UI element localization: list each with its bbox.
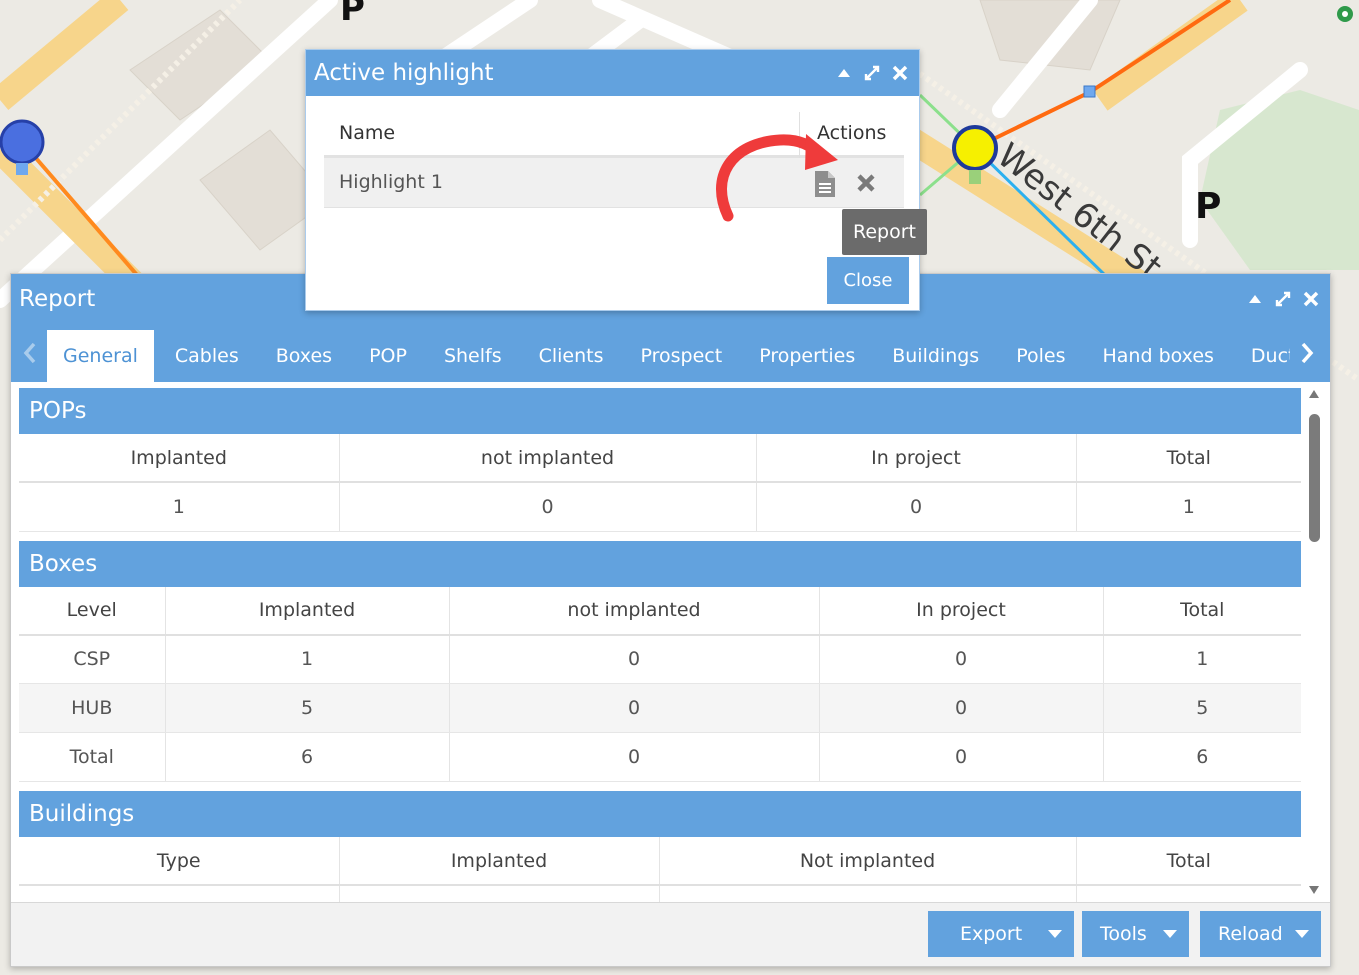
export-button[interactable]: Export	[928, 911, 1074, 957]
column-header: Implanted	[164, 586, 449, 636]
column-header: In project	[818, 586, 1103, 636]
close-button[interactable]: Close	[827, 257, 909, 304]
highlight-name: Highlight 1	[339, 171, 443, 193]
table-cell: 0	[338, 482, 756, 532]
table-cell: Total	[19, 732, 165, 782]
caret-down-icon	[1163, 930, 1177, 938]
table-cell: 0	[448, 634, 819, 684]
tab-strip: General Cables Boxes POP Shelfs Clients Prospe…	[47, 330, 1290, 382]
table-row: CSP 1 0 0 1	[19, 634, 1301, 684]
name-column-header: Name	[339, 122, 396, 144]
table-cell: 1	[19, 482, 339, 532]
boxes-table: Level Implanted not implanted In project…	[19, 586, 1301, 782]
collapse-icon[interactable]	[835, 64, 853, 82]
tools-button-label: Tools	[1100, 923, 1147, 945]
caret-down-icon	[1295, 930, 1309, 938]
table-cell: 0	[755, 482, 1076, 532]
tab-shelfs[interactable]: Shelfs	[428, 330, 518, 382]
report-tooltip: Report	[842, 209, 927, 255]
tab-prospect[interactable]: Prospect	[625, 330, 739, 382]
boxes-section-title: Boxes	[19, 540, 1301, 587]
delete-x-icon[interactable]	[856, 173, 876, 193]
active-highlight-window-controls	[835, 64, 909, 82]
table-cell: 1	[1075, 482, 1301, 532]
report-window: Report General Cables Boxes POP Shelfs Client…	[10, 273, 1331, 967]
table-cell: HUB	[19, 683, 165, 733]
column-header: Total	[1075, 434, 1301, 483]
vertical-scrollbar[interactable]	[1306, 386, 1322, 898]
scroll-down-icon[interactable]	[1308, 884, 1320, 896]
tab-cables[interactable]: Cables	[159, 330, 255, 382]
table-cell: 0	[448, 683, 819, 733]
tab-buildings[interactable]: Buildings	[876, 330, 995, 382]
maximize-icon[interactable]	[863, 64, 881, 82]
tools-button[interactable]: Tools	[1082, 911, 1189, 957]
scrollbar-thumb[interactable]	[1309, 414, 1320, 542]
maximize-icon[interactable]	[1274, 290, 1292, 308]
tab-poles[interactable]: Poles	[1000, 330, 1081, 382]
pops-section-title: POPs	[19, 388, 1301, 434]
column-header: Implanted	[338, 837, 659, 886]
table-cell: CSP	[19, 634, 165, 684]
tab-boxes[interactable]: Boxes	[260, 330, 348, 382]
table-row: Total 6 0 0 6	[19, 732, 1301, 782]
column-header: Type	[19, 837, 339, 886]
svg-text:P: P	[1195, 186, 1221, 227]
export-button-label: Export	[960, 923, 1023, 945]
buildings-section-title: Buildings	[19, 791, 1301, 837]
collapse-icon[interactable]	[1246, 290, 1264, 308]
table-row: HUB 5 0 0 5	[19, 683, 1301, 733]
pops-table: Implanted not implanted In project Total…	[19, 434, 1301, 532]
report-title: Report	[19, 286, 96, 312]
column-header: not implanted	[448, 586, 819, 636]
column-header: Total	[1102, 586, 1301, 636]
table-cell: 5	[1102, 683, 1301, 733]
table-cell: 6	[1102, 732, 1301, 782]
column-header: Not implanted	[658, 837, 1076, 886]
tab-properties[interactable]: Properties	[743, 330, 871, 382]
reload-button-label: Reload	[1218, 923, 1283, 945]
report-window-controls	[1246, 290, 1320, 308]
tab-clients[interactable]: Clients	[523, 330, 620, 382]
active-highlight-title: Active highlight	[314, 60, 494, 86]
svg-text:P: P	[340, 0, 365, 29]
close-icon[interactable]	[891, 64, 909, 82]
tab-ducts[interactable]: Ducts	[1235, 330, 1290, 382]
tab-general[interactable]: General	[47, 330, 154, 382]
table-cell: 6	[164, 732, 449, 782]
close-icon[interactable]	[1302, 290, 1320, 308]
tab-scroll-left-icon[interactable]	[19, 338, 41, 368]
column-header: Total	[1075, 837, 1301, 886]
report-footer: Export Tools Reload	[11, 902, 1330, 966]
column-header: not implanted	[338, 434, 756, 483]
table-cell: 0	[818, 732, 1103, 782]
table-cell: 0	[818, 683, 1103, 733]
table-cell: 1	[1102, 634, 1301, 684]
column-header: In project	[755, 434, 1076, 483]
column-header: Implanted	[19, 434, 339, 483]
report-tab-bar: General Cables Boxes POP Shelfs Clients Prospe…	[11, 324, 1330, 382]
table-row: 1 0 0 1	[19, 482, 1301, 532]
annotation-arrow-icon	[716, 134, 838, 222]
reload-button[interactable]: Reload	[1200, 911, 1321, 957]
tab-pop[interactable]: POP	[353, 330, 423, 382]
tab-scroll-right-icon[interactable]	[1296, 338, 1318, 368]
table-cell: 0	[448, 732, 819, 782]
scroll-up-icon[interactable]	[1308, 388, 1320, 400]
column-header: Level	[19, 586, 165, 636]
tab-hand-boxes[interactable]: Hand boxes	[1087, 330, 1230, 382]
report-body[interactable]: POPs Implanted not implanted In project …	[11, 382, 1330, 904]
caret-down-icon	[1048, 930, 1062, 938]
table-cell: 5	[164, 683, 449, 733]
buildings-table: Type Implanted Not implanted Total Total…	[19, 837, 1301, 904]
table-cell: 0	[818, 634, 1103, 684]
report-content: POPs Implanted not implanted In project …	[19, 388, 1301, 904]
active-highlight-header[interactable]: Active highlight	[306, 50, 919, 96]
table-cell: 1	[164, 634, 449, 684]
